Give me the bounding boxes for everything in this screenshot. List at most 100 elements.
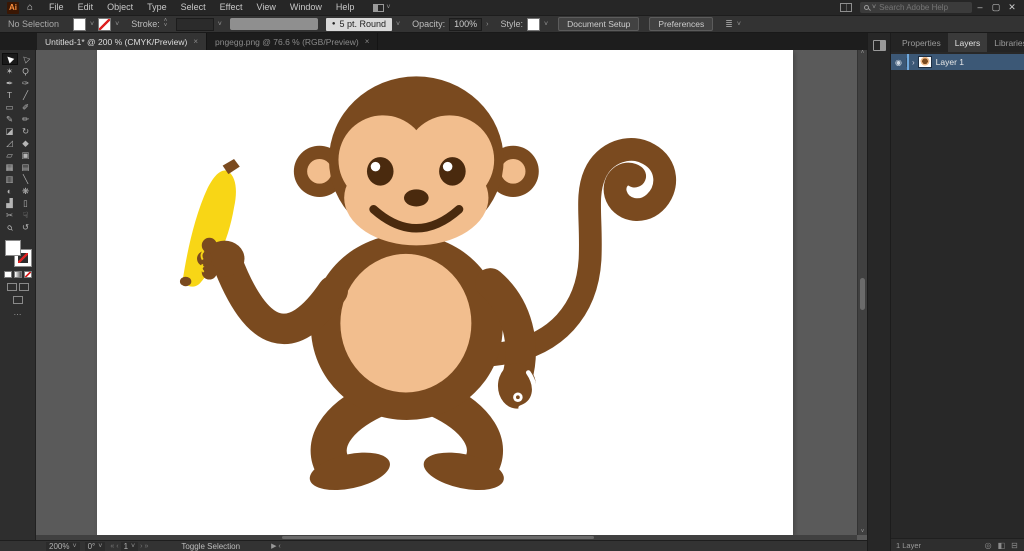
monkey-artwork[interactable]: [160, 65, 677, 511]
type-tool[interactable]: T: [2, 89, 18, 101]
gradient-tool[interactable]: ▥: [2, 173, 18, 185]
locate-object-icon[interactable]: ◎: [985, 541, 992, 550]
layer-name[interactable]: Layer 1: [932, 57, 1024, 67]
tab-pngegg[interactable]: pngegg.png @ 76.6 % (RGB/Preview) ×: [207, 33, 379, 50]
opacity-label[interactable]: Opacity:: [412, 19, 445, 29]
mesh-tool[interactable]: ▤: [18, 161, 34, 173]
width-profile-dropdown[interactable]: [229, 18, 318, 30]
first-artboard-icon[interactable]: «: [110, 543, 114, 550]
shape-builder-tool[interactable]: ▣: [18, 149, 34, 161]
blend-tool[interactable]: ◐: [2, 185, 18, 197]
stroke-weight-field[interactable]: [175, 17, 214, 31]
artboard-tool[interactable]: ▯: [18, 197, 34, 209]
make-mask-icon[interactable]: ◧: [998, 541, 1006, 550]
lasso-tool[interactable]: Ϙ: [18, 65, 34, 77]
opacity-field[interactable]: 100%: [449, 17, 483, 31]
layer-thumbnail[interactable]: [917, 56, 932, 68]
menu-object[interactable]: Object: [100, 0, 140, 15]
menu-file[interactable]: File: [42, 0, 71, 15]
preferences-button[interactable]: Preferences: [649, 17, 714, 31]
pencil-tool[interactable]: ✎: [2, 113, 18, 125]
search-input[interactable]: [879, 3, 968, 12]
status-side-icons[interactable]: ▶ ‹: [271, 542, 281, 550]
rotate-view-tool[interactable]: ↺: [18, 221, 34, 233]
artboard-number-dropdown[interactable]: 1 ˅: [120, 541, 139, 551]
perspective-grid-tool[interactable]: ▦: [2, 161, 18, 173]
width-tool[interactable]: ◆: [18, 137, 34, 149]
direct-selection-tool[interactable]: ▷: [18, 53, 34, 65]
magic-wand-tool[interactable]: ✶: [2, 65, 18, 77]
next-artboard-icon[interactable]: ›: [140, 543, 142, 550]
hand-tool[interactable]: ☟: [18, 209, 34, 221]
chevron-down-icon[interactable]: ˅: [396, 21, 400, 28]
brush-dropdown[interactable]: ● 5 pt. Round: [325, 17, 392, 31]
column-graph-tool[interactable]: ▟: [2, 197, 18, 209]
arrange-documents-icon[interactable]: [840, 3, 852, 12]
workspace-switcher[interactable]: ˅: [373, 3, 390, 12]
paintbrush-tool[interactable]: ✐: [18, 101, 34, 113]
line-segment-tool[interactable]: ╱: [18, 89, 34, 101]
draw-behind-icon[interactable]: [18, 283, 29, 291]
chevron-down-icon[interactable]: ˅: [90, 21, 94, 28]
tab-untitled-1[interactable]: Untitled-1* @ 200 % (CMYK/Preview) ×: [37, 33, 207, 50]
chevron-right-icon[interactable]: ›: [486, 21, 488, 28]
style-label[interactable]: Style:: [500, 19, 523, 29]
menu-edit[interactable]: Edit: [71, 0, 101, 15]
screen-mode-icon[interactable]: [12, 296, 23, 304]
chevron-down-icon[interactable]: ˅: [115, 21, 119, 28]
rectangle-tool[interactable]: ▭: [2, 101, 18, 113]
minimize-button[interactable]: –: [972, 0, 988, 15]
close-tab-icon[interactable]: ×: [193, 37, 198, 46]
curvature-tool[interactable]: ✑: [18, 77, 34, 89]
last-artboard-icon[interactable]: »: [144, 543, 148, 550]
fill-swatch[interactable]: [73, 17, 87, 31]
home-icon[interactable]: ⌂: [27, 2, 33, 13]
scale-tool[interactable]: ◿: [2, 137, 18, 149]
horizontal-scroll-thumb[interactable]: [282, 536, 595, 539]
eyedropper-tool[interactable]: ╲: [18, 173, 34, 185]
menu-view[interactable]: View: [249, 0, 282, 15]
pen-tool[interactable]: ✒: [2, 77, 18, 89]
menu-type[interactable]: Type: [140, 0, 174, 15]
menu-select[interactable]: Select: [174, 0, 213, 15]
stroke-label[interactable]: Stroke:: [131, 19, 160, 29]
tab-layers[interactable]: Layers: [947, 33, 988, 52]
rotation-dropdown[interactable]: 0° ˅: [84, 541, 106, 551]
menu-effect[interactable]: Effect: [213, 0, 250, 15]
color-mode-icon[interactable]: [3, 271, 12, 278]
close-tab-icon[interactable]: ×: [365, 37, 370, 46]
scroll-up-icon[interactable]: ˄: [861, 50, 865, 56]
none-mode-icon[interactable]: [23, 271, 32, 278]
vertical-scroll-thumb[interactable]: [860, 277, 865, 310]
draw-normal-icon[interactable]: [6, 283, 17, 291]
control-panel-options-icon[interactable]: ≣: [725, 19, 733, 30]
close-button[interactable]: ✕: [1004, 0, 1020, 15]
fill-proxy[interactable]: [4, 240, 21, 256]
expand-layer-icon[interactable]: ›: [909, 58, 918, 67]
prev-artboard-icon[interactable]: ‹: [116, 543, 118, 550]
restore-button[interactable]: ▢: [988, 0, 1004, 15]
menu-help[interactable]: Help: [329, 0, 362, 15]
canvas-area[interactable]: ˄ ˅: [36, 50, 867, 540]
tab-libraries[interactable]: Libraries: [987, 33, 1024, 52]
layer-row[interactable]: ◉ › Layer 1 ○: [891, 54, 1024, 70]
tab-properties[interactable]: Properties: [895, 33, 948, 52]
chevron-down-icon[interactable]: ˅: [737, 21, 741, 28]
visibility-eye-icon[interactable]: ◉: [891, 57, 907, 67]
stroke-weight-stepper[interactable]: ˄ ˅: [164, 18, 172, 29]
menu-window[interactable]: Window: [283, 0, 329, 15]
rotate-tool[interactable]: ↻: [18, 125, 34, 137]
free-transform-tool[interactable]: ▱: [2, 149, 18, 161]
zoom-tool[interactable]: ϙ: [2, 221, 18, 233]
symbol-sprayer-tool[interactable]: ❋: [18, 185, 34, 197]
help-search[interactable]: ˅: [860, 2, 972, 13]
style-swatch[interactable]: [527, 17, 540, 31]
chevron-down-icon[interactable]: ˅: [218, 21, 222, 28]
eraser-tool[interactable]: ◪: [2, 125, 18, 137]
expand-panels-icon[interactable]: [872, 40, 886, 51]
fill-stroke-widget[interactable]: [4, 240, 32, 267]
edit-toolbar-icon[interactable]: ⋯: [14, 310, 22, 319]
gradient-mode-icon[interactable]: [13, 271, 22, 278]
selection-tool[interactable]: ▶: [1, 53, 18, 65]
document-setup-button[interactable]: Document Setup: [558, 17, 640, 31]
